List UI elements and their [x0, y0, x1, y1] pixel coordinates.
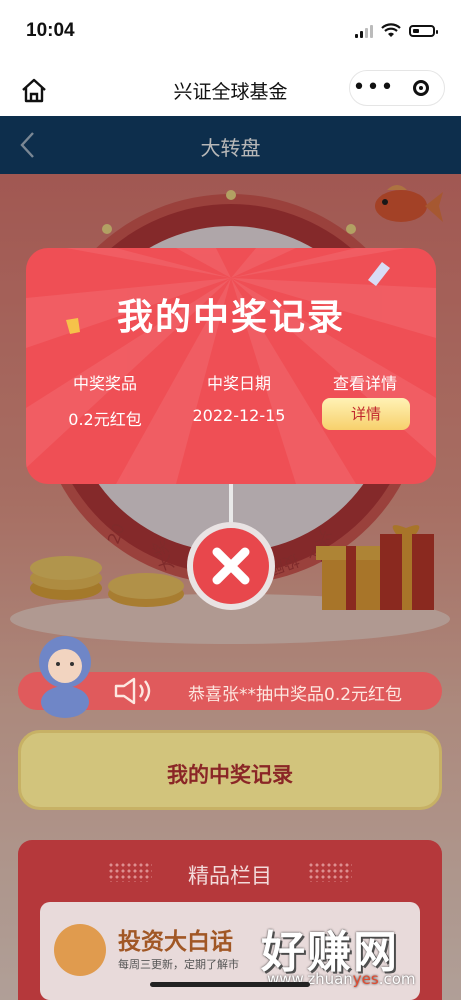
record-prize-value: 0.2元红包	[68, 410, 142, 429]
close-button-face	[193, 528, 269, 604]
status-bar: 10:04	[0, 0, 461, 62]
more-dots-icon[interactable]: •••	[350, 77, 397, 99]
modal-title: 我的中奖记录	[116, 297, 345, 338]
mini-program-nav: 兴证全球基金 •••	[0, 62, 461, 116]
column-header-details: 查看详情	[332, 374, 397, 393]
featured-section-title: 精品栏目	[188, 864, 272, 888]
decorative-dots	[308, 862, 352, 882]
speaker-icon	[114, 677, 151, 705]
wifi-icon	[381, 23, 401, 37]
my-prize-records-label: 我的中奖记录	[167, 763, 293, 787]
confetti-icon	[66, 318, 80, 334]
column-header-date: 中奖日期	[206, 374, 271, 393]
my-prize-records-button[interactable]: 我的中奖记录	[18, 730, 442, 810]
battery-icon	[409, 25, 438, 37]
close-icon	[212, 547, 250, 585]
home-indicator	[150, 982, 310, 987]
record-date-value: 2022-12-15	[192, 406, 286, 425]
chat-bubble-icon	[54, 924, 106, 976]
close-modal-button[interactable]	[187, 522, 275, 610]
target-icon	[412, 80, 429, 96]
column-header-prize: 中奖奖品	[72, 374, 137, 393]
mascot-icon	[39, 636, 91, 718]
record-details-button[interactable]: 详情	[322, 398, 410, 430]
confetti-icon	[368, 262, 390, 286]
announcement-text: 恭喜张**抽中奖品0.2元红包	[188, 685, 403, 705]
status-time: 10:04	[26, 20, 75, 41]
featured-card-title: 投资大白话	[118, 929, 233, 955]
status-icons	[355, 22, 438, 40]
featured-card-subtitle: 每周三更新，定期了解市	[118, 958, 239, 971]
capsule-menu: •••	[349, 70, 445, 106]
signal-icon	[355, 24, 373, 38]
close-miniprogram-button[interactable]	[397, 80, 444, 96]
